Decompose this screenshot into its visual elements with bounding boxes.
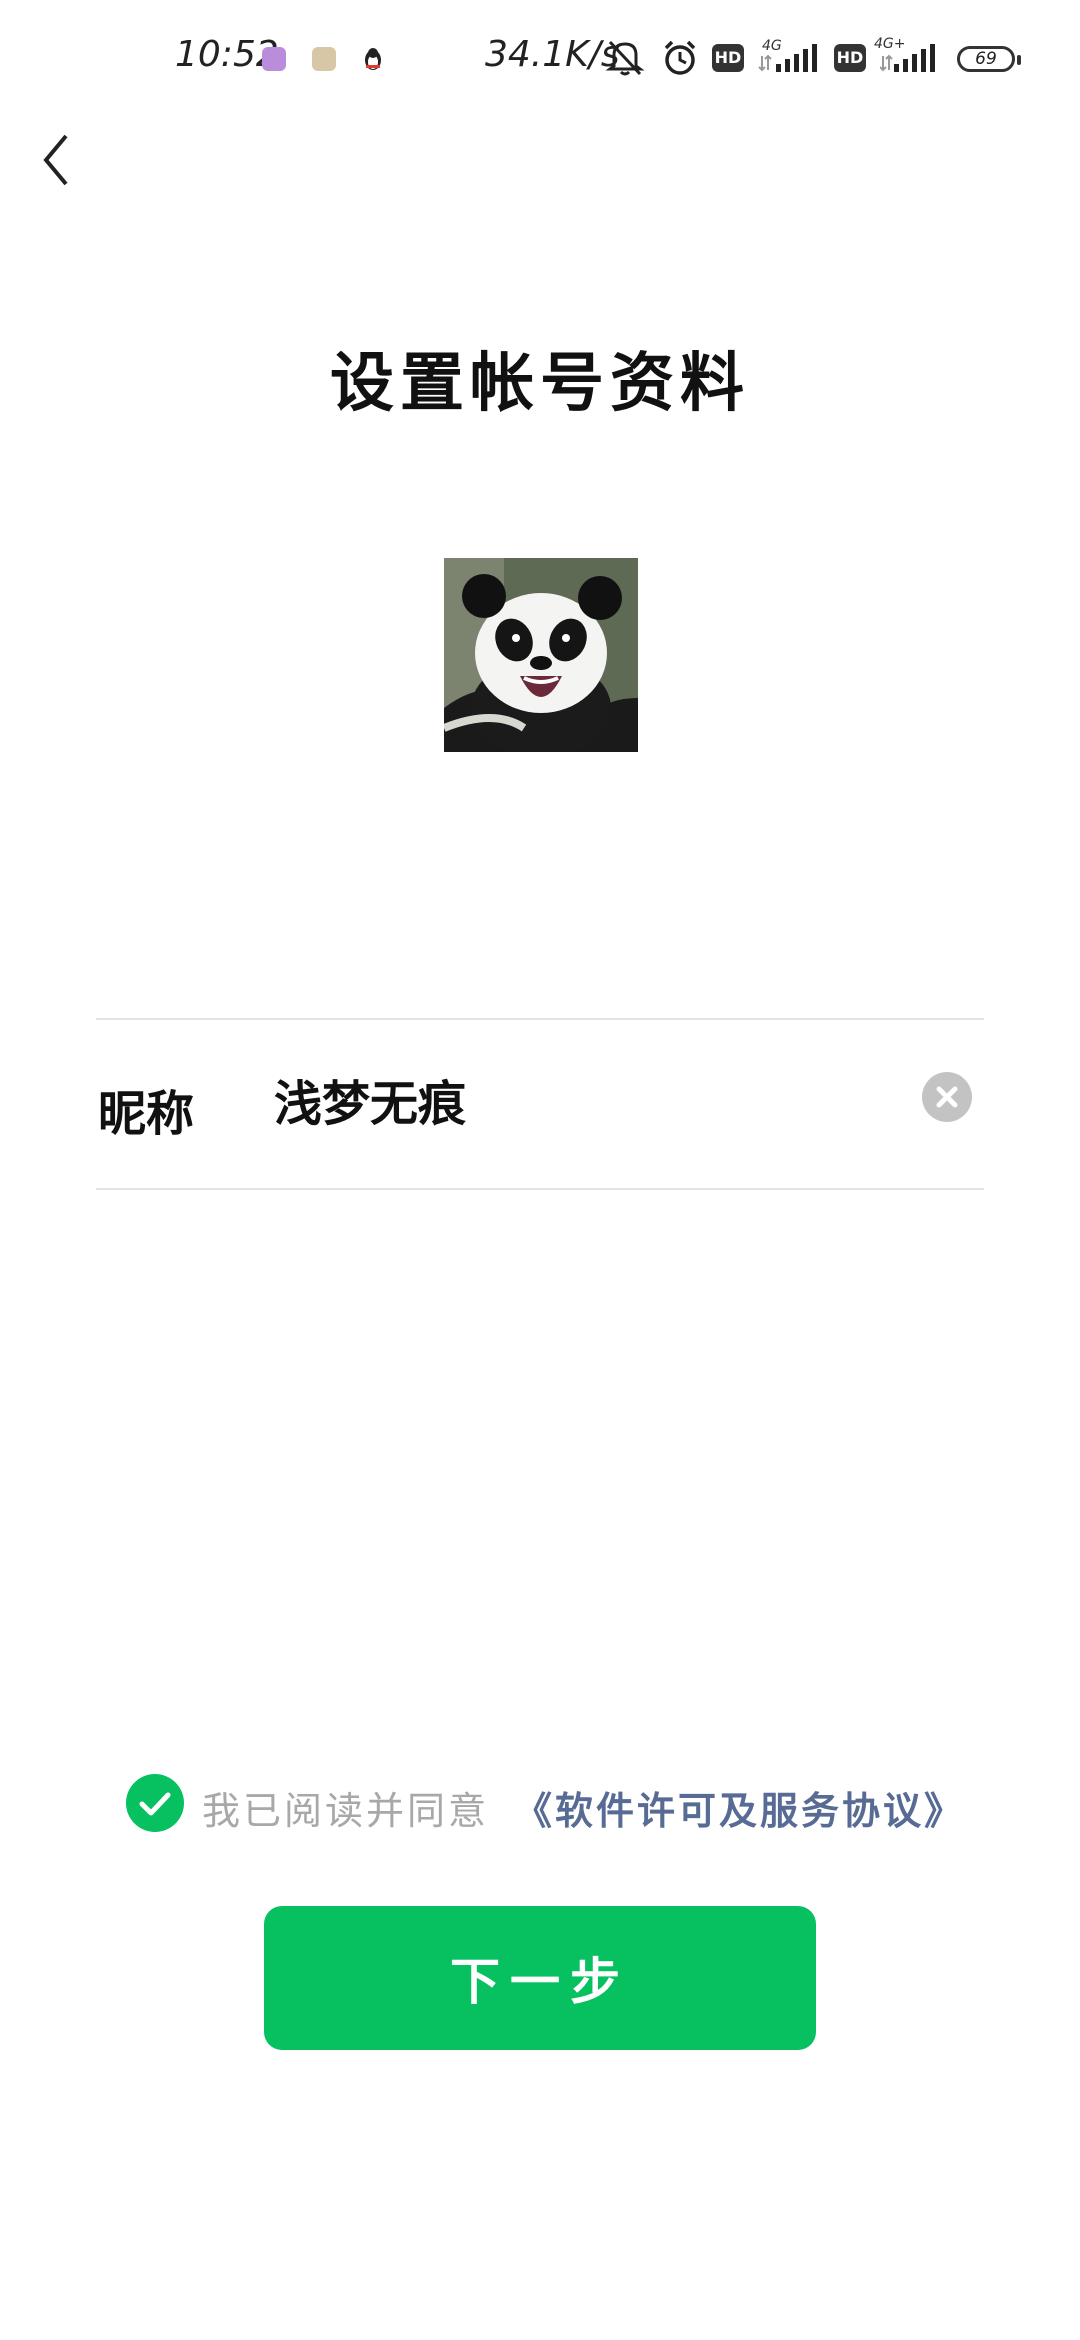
purple-app-icon: [262, 47, 286, 71]
clear-button[interactable]: [922, 1072, 972, 1122]
panda-avatar-icon: [444, 558, 638, 752]
back-button[interactable]: [28, 130, 88, 190]
agreement-text: 我已阅读并同意: [202, 1789, 490, 1833]
nickname-input[interactable]: [274, 1064, 894, 1134]
checkmark-icon: [139, 1792, 171, 1816]
battery-indicator: 69: [957, 46, 1021, 72]
top-divider: [96, 1018, 984, 1020]
next-button[interactable]: 下一步: [264, 1906, 816, 2050]
tan-app-icon: [312, 47, 336, 71]
agreement-link[interactable]: 《软件许可及服务协议》: [514, 1780, 965, 1835]
net-speed: 34.1K/s: [485, 34, 620, 75]
chevron-left-icon: [43, 134, 68, 186]
signal-icon-1: [758, 42, 820, 78]
qq-penguin-icon: [362, 46, 384, 76]
page-title: 设置帐号资料: [330, 346, 750, 421]
bottom-divider: [96, 1188, 984, 1190]
signal-icon-2: [879, 42, 942, 78]
alarm-clock-icon: [660, 38, 700, 82]
close-icon: [936, 1086, 958, 1108]
hd-badge-2: HD: [834, 44, 866, 72]
nickname-label: 昵称: [98, 1086, 195, 1142]
avatar[interactable]: [444, 558, 638, 752]
agreement-checkbox[interactable]: [126, 1774, 184, 1832]
status-bar: 10:52 34.1K/s HD 4G HD 4G+ 69: [0, 0, 1080, 120]
hd-badge-1: HD: [712, 44, 744, 72]
mute-bell-icon: [604, 38, 646, 82]
